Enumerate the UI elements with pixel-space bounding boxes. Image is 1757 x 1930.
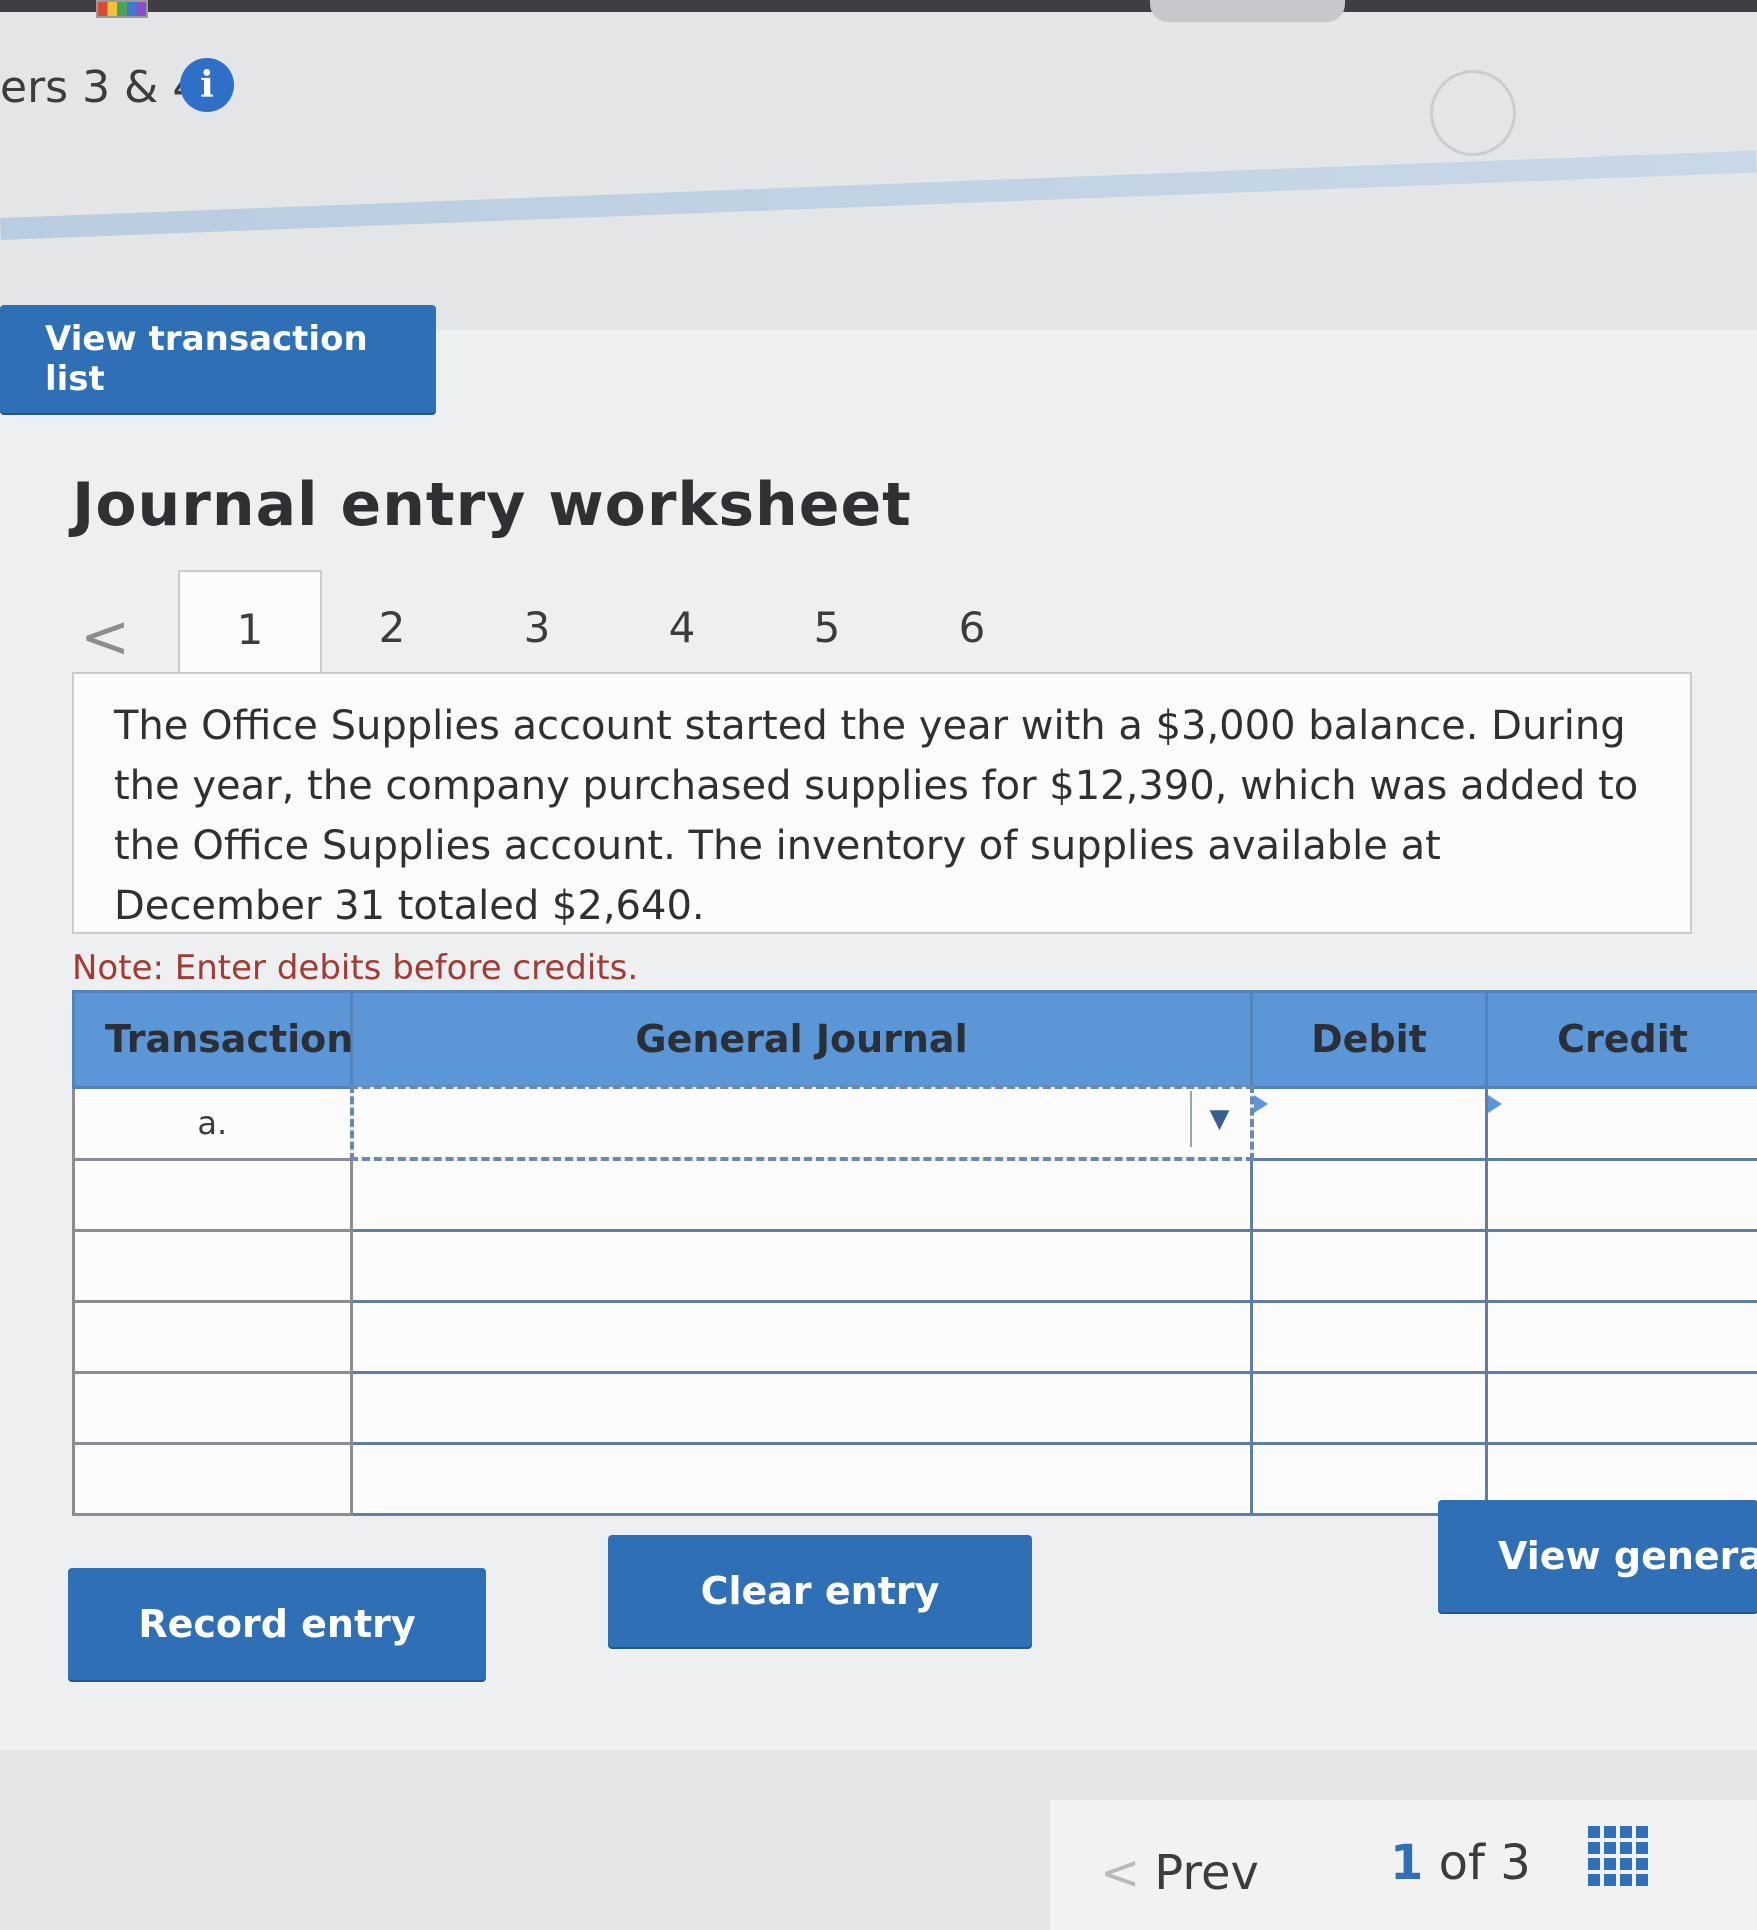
field-marker-icon — [1488, 1094, 1502, 1113]
account-input[interactable] — [350, 1371, 1253, 1445]
column-header-credit: Credit — [1485, 990, 1757, 1089]
tab-1[interactable]: 1 — [178, 570, 322, 687]
tab-4[interactable]: 4 — [612, 570, 752, 685]
grid-view-icon[interactable] — [1588, 1826, 1648, 1886]
table-row — [72, 1300, 1757, 1374]
credit-input[interactable] — [1485, 1300, 1757, 1374]
chevron-left-icon: < — [1100, 1845, 1141, 1901]
accent-divider — [0, 150, 1757, 240]
note-text: Note: Enter debits before credits. — [72, 948, 639, 988]
credit-input[interactable] — [1485, 1085, 1757, 1161]
transaction-cell: a. — [72, 1085, 353, 1161]
journal-table: Transaction General Journal Debit Credit… — [72, 990, 1757, 1516]
transaction-cell — [72, 1371, 353, 1445]
debit-input[interactable] — [1250, 1157, 1488, 1232]
credit-input[interactable] — [1485, 1157, 1757, 1232]
caret-down-icon[interactable]: ▼ — [1189, 1091, 1248, 1147]
tab-5[interactable]: 5 — [757, 570, 897, 685]
credit-input[interactable] — [1485, 1229, 1757, 1303]
credit-input[interactable] — [1485, 1371, 1757, 1445]
top-bar — [0, 0, 1757, 12]
prev-button[interactable]: < Prev — [1100, 1845, 1259, 1901]
view-transaction-list-button[interactable]: View transaction list — [0, 305, 436, 413]
tab-3[interactable]: 3 — [467, 570, 607, 685]
top-tab[interactable] — [1150, 0, 1345, 22]
column-header-general-journal: General Journal — [350, 990, 1253, 1089]
total-pages: 3 — [1500, 1835, 1531, 1891]
account-input[interactable] — [350, 1229, 1253, 1303]
account-input[interactable] — [350, 1442, 1253, 1516]
transaction-cell — [72, 1229, 353, 1303]
transaction-cell — [72, 1157, 353, 1232]
clear-entry-button[interactable]: Clear entry — [608, 1535, 1032, 1647]
info-icon[interactable]: i — [180, 58, 234, 112]
field-marker-icon — [1253, 1094, 1268, 1113]
account-input[interactable] — [350, 1157, 1253, 1232]
current-page: 1 — [1390, 1835, 1424, 1891]
debit-input[interactable] — [1250, 1300, 1488, 1374]
tab-6[interactable]: 6 — [902, 570, 1042, 685]
table-row — [72, 1229, 1757, 1303]
transaction-cell — [72, 1442, 353, 1516]
prev-label: Prev — [1154, 1845, 1259, 1901]
question-text: The Office Supplies account started the … — [72, 672, 1692, 934]
of-label: of — [1438, 1835, 1485, 1891]
page-indicator: 1 of 3 — [1390, 1835, 1531, 1891]
decorative-doodle — [1430, 70, 1516, 156]
column-header-debit: Debit — [1250, 990, 1488, 1089]
tab-2[interactable]: 2 — [322, 570, 462, 685]
table-row: a. ▼ — [72, 1085, 1757, 1161]
record-entry-button[interactable]: Record entry — [68, 1568, 486, 1680]
column-header-transaction: Transaction — [72, 990, 353, 1089]
chevron-left-icon[interactable]: < — [80, 602, 130, 672]
table-row — [72, 1157, 1757, 1232]
logo-icon — [96, 0, 148, 18]
debit-input[interactable] — [1250, 1229, 1488, 1303]
worksheet-title: Journal entry worksheet — [72, 470, 912, 540]
table-row — [72, 1371, 1757, 1445]
account-input[interactable] — [350, 1300, 1253, 1374]
transaction-cell — [72, 1300, 353, 1374]
debit-input[interactable] — [1250, 1371, 1488, 1445]
debit-input[interactable] — [1250, 1085, 1488, 1161]
account-select[interactable]: ▼ — [349, 1085, 1254, 1161]
view-general-journal-button[interactable]: View general — [1438, 1500, 1757, 1612]
